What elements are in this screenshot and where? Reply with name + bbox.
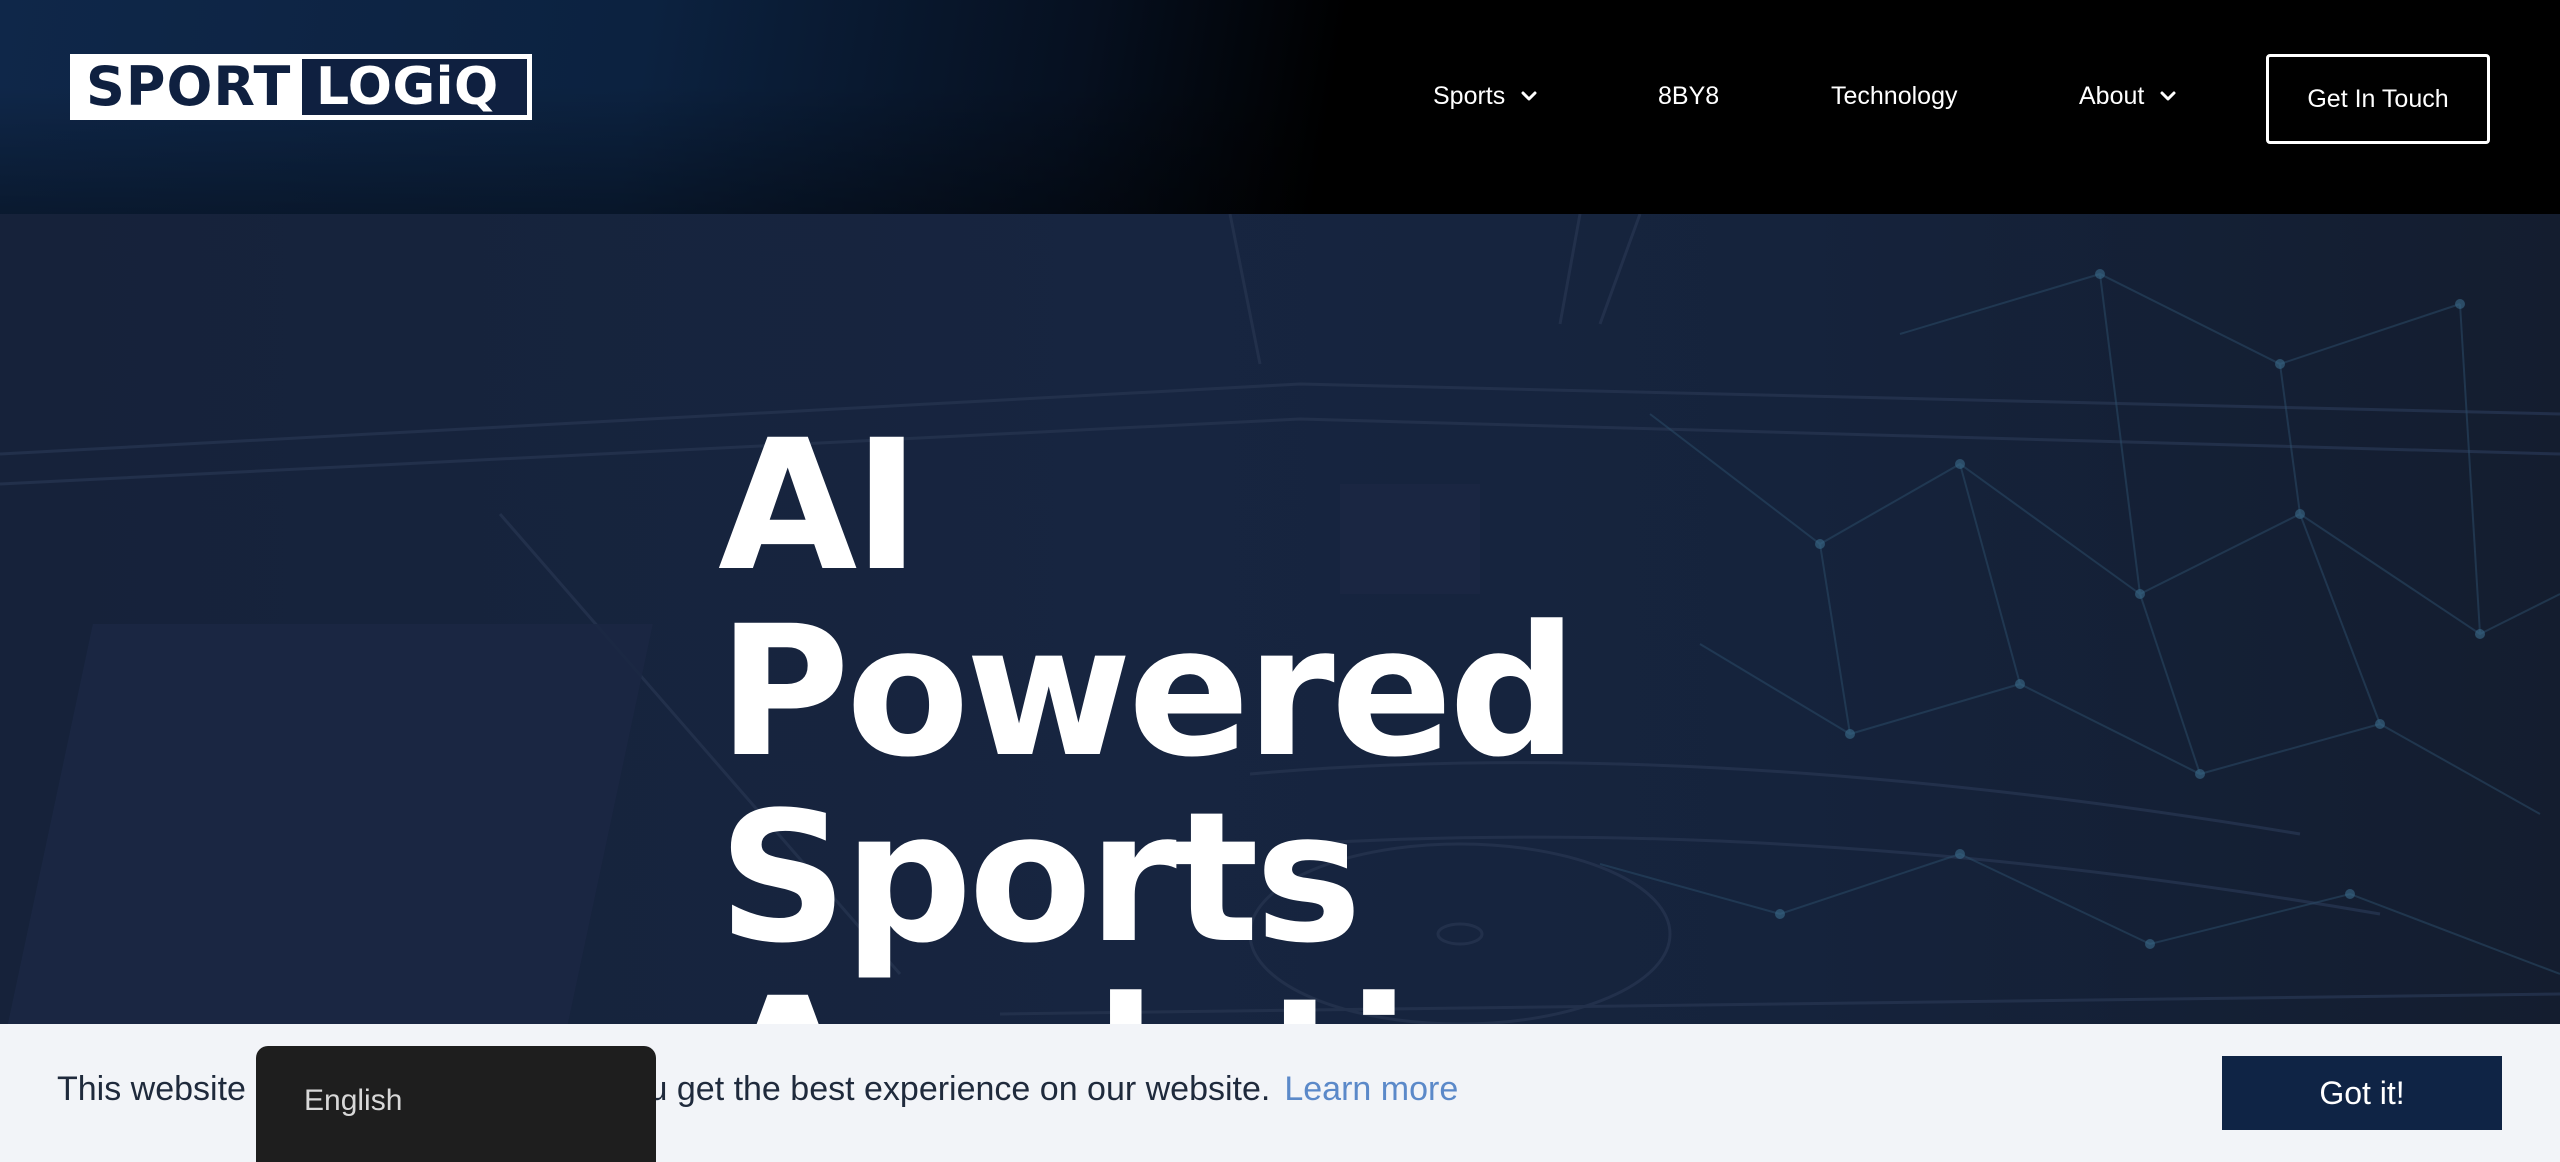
nav-item-label: Sports — [1433, 81, 1506, 110]
hero-title-line: Powered — [718, 588, 1578, 797]
nav-item-label: Technology — [1831, 81, 1958, 110]
chevron-down-icon — [2160, 91, 2176, 101]
nav-item-label: 8BY8 — [1658, 81, 1720, 110]
chevron-down-icon — [1521, 91, 1537, 101]
cookie-message-text: This website uses cookies to ensure you … — [57, 1070, 1271, 1108]
site-header: SPORT LOGiQ Sports 8BY8 Technology About… — [0, 0, 2560, 214]
hero-title-line: AI — [718, 402, 920, 611]
got-it-button[interactable]: Got it! — [2222, 1056, 2502, 1130]
language-selected: English — [304, 1084, 403, 1117]
main-nav: Sports 8BY8 Technology About Get In Touc… — [0, 0, 2560, 190]
get-in-touch-button[interactable]: Get In Touch — [2266, 54, 2490, 144]
language-switcher[interactable]: English — [256, 1046, 656, 1162]
hero-title-line: Sports — [718, 774, 1362, 983]
nav-item-8by8[interactable]: 8BY8 — [1658, 76, 1719, 116]
nav-item-sports[interactable]: Sports — [1433, 76, 1539, 116]
learn-more-link[interactable]: Learn more — [1284, 1070, 1458, 1108]
nav-item-about[interactable]: About — [2079, 76, 2178, 116]
hero-section: AI Powered Sports Analytics — [0, 214, 2560, 1162]
nav-item-label: About — [2079, 81, 2145, 110]
nav-item-technology[interactable]: Technology — [1831, 76, 1957, 116]
